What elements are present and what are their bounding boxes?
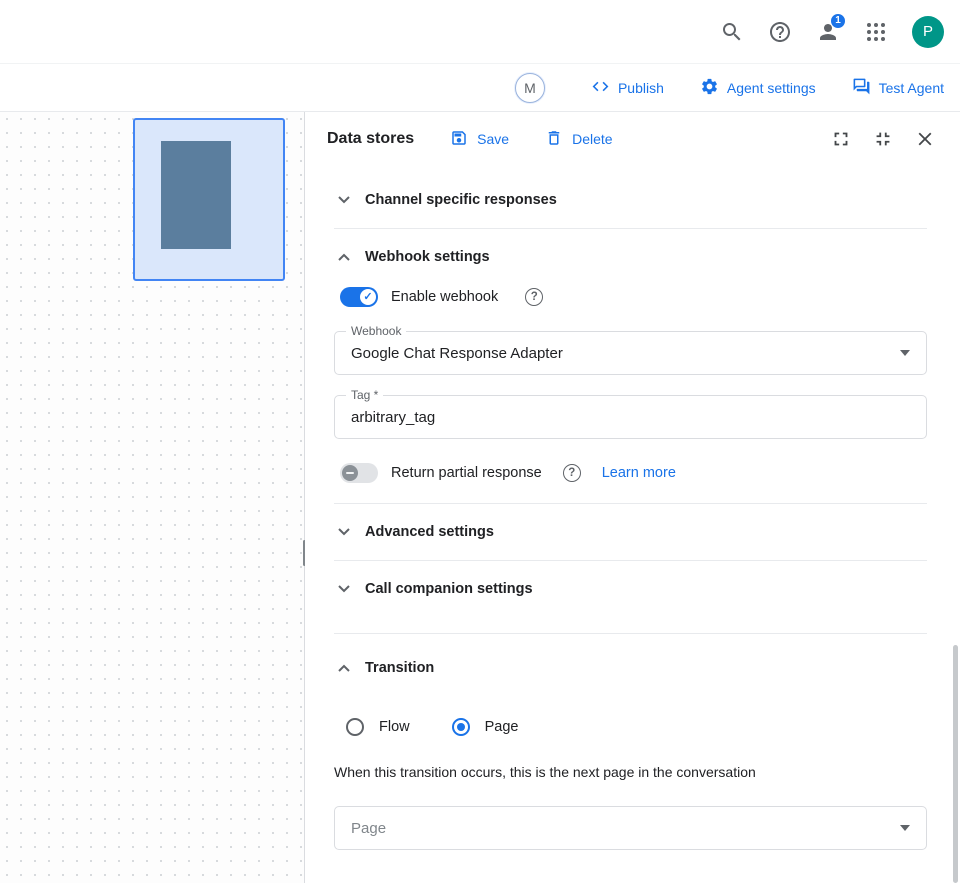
section-call-companion: Call companion settings bbox=[334, 561, 927, 634]
transition-description: When this transition occurs, this is the… bbox=[334, 764, 927, 780]
flow-node-thumbnail bbox=[161, 141, 231, 249]
help-icon[interactable] bbox=[768, 20, 792, 44]
dropdown-caret-icon bbox=[900, 825, 910, 831]
section-webhook-settings: Webhook settings Enable webhook Webhook … bbox=[334, 229, 927, 504]
chevron-down-icon bbox=[338, 196, 350, 204]
search-icon[interactable] bbox=[720, 20, 744, 44]
webhook-select-label: Webhook bbox=[346, 324, 406, 338]
trash-icon bbox=[545, 129, 563, 150]
tag-input[interactable] bbox=[351, 409, 910, 426]
section-header-call-companion[interactable]: Call companion settings bbox=[334, 561, 927, 633]
radio-flow-label: Flow bbox=[379, 719, 410, 735]
notification-badge: 1 bbox=[830, 13, 846, 29]
partial-response-toggle[interactable] bbox=[340, 463, 378, 483]
test-agent-label: Test Agent bbox=[879, 80, 944, 96]
tag-field[interactable]: Tag * bbox=[334, 395, 927, 439]
test-agent-button[interactable]: Test Agent bbox=[852, 77, 944, 99]
section-label: Transition bbox=[365, 660, 434, 676]
section-header-transition[interactable]: Transition bbox=[334, 634, 927, 696]
section-header-webhook-settings[interactable]: Webhook settings bbox=[334, 229, 927, 285]
chevron-up-icon bbox=[338, 664, 350, 672]
page-select[interactable]: Page bbox=[334, 806, 927, 850]
save-icon bbox=[450, 129, 468, 150]
agent-settings-label: Agent settings bbox=[727, 80, 816, 96]
radio-unselected-icon bbox=[346, 718, 364, 736]
delete-button[interactable]: Delete bbox=[545, 129, 612, 150]
panel-header: Data stores Save Delete bbox=[305, 112, 960, 166]
section-label: Call companion settings bbox=[365, 581, 533, 597]
enable-webhook-help-icon[interactable] bbox=[525, 288, 543, 306]
section-label: Channel specific responses bbox=[365, 192, 557, 208]
flow-node-selected[interactable] bbox=[133, 118, 285, 281]
main-area: Data stores Save Delete Channel specific bbox=[0, 112, 960, 883]
gear-icon bbox=[700, 77, 719, 99]
close-icon[interactable] bbox=[914, 128, 936, 150]
chevron-down-icon bbox=[338, 528, 350, 536]
save-label: Save bbox=[477, 131, 509, 147]
page-select-placeholder: Page bbox=[351, 820, 900, 837]
toggle-thumb-dash-icon bbox=[342, 465, 358, 481]
fullscreen-icon[interactable] bbox=[830, 128, 852, 150]
section-label: Webhook settings bbox=[365, 249, 490, 265]
chat-icon bbox=[852, 77, 871, 99]
section-transition: Transition Flow Page When this transitio… bbox=[334, 634, 927, 850]
flow-canvas bbox=[0, 112, 305, 883]
radio-page-label: Page bbox=[485, 719, 519, 735]
enable-webhook-label: Enable webhook bbox=[391, 289, 498, 305]
panel-title: Data stores bbox=[327, 130, 414, 148]
section-advanced-settings: Advanced settings bbox=[334, 504, 927, 561]
radio-option-flow[interactable]: Flow bbox=[346, 718, 410, 736]
partial-response-row: Return partial response Learn more bbox=[340, 463, 927, 503]
chevron-down-icon bbox=[338, 585, 350, 593]
section-header-channel-responses[interactable]: Channel specific responses bbox=[334, 172, 927, 228]
user-avatar[interactable]: P bbox=[912, 16, 944, 48]
agent-settings-button[interactable]: Agent settings bbox=[700, 77, 816, 99]
radio-selected-icon bbox=[452, 718, 470, 736]
section-label: Advanced settings bbox=[365, 524, 494, 540]
partial-response-help-icon[interactable] bbox=[563, 464, 581, 482]
panel-header-icons bbox=[830, 128, 936, 150]
chevron-up-icon bbox=[338, 253, 350, 261]
toggle-thumb-check-icon bbox=[360, 289, 376, 305]
fullscreen-exit-icon[interactable] bbox=[872, 128, 894, 150]
transition-target-radio-group: Flow Page bbox=[346, 718, 927, 736]
top-app-bar: 1 P bbox=[0, 0, 960, 64]
dropdown-caret-icon bbox=[900, 350, 910, 356]
collaborator-avatar[interactable]: M bbox=[515, 73, 545, 103]
delete-label: Delete bbox=[572, 131, 612, 147]
section-channel-responses: Channel specific responses bbox=[334, 172, 927, 229]
code-icon bbox=[591, 77, 610, 99]
section-header-advanced-settings[interactable]: Advanced settings bbox=[334, 504, 927, 560]
partial-response-label: Return partial response bbox=[391, 465, 542, 481]
notifications-icon[interactable]: 1 bbox=[816, 20, 840, 44]
panel-body: Channel specific responses Webhook setti… bbox=[305, 166, 960, 883]
publish-button[interactable]: Publish bbox=[591, 77, 664, 99]
learn-more-link[interactable]: Learn more bbox=[602, 465, 676, 481]
apps-grid-icon[interactable] bbox=[864, 20, 888, 44]
panel-scrollbar[interactable] bbox=[953, 645, 958, 883]
edit-panel: Data stores Save Delete Channel specific bbox=[305, 112, 960, 883]
webhook-select[interactable]: Webhook Google Chat Response Adapter bbox=[334, 331, 927, 375]
radio-option-page[interactable]: Page bbox=[452, 718, 519, 736]
publish-label: Publish bbox=[618, 80, 664, 96]
tag-field-label: Tag * bbox=[346, 388, 383, 402]
webhook-select-value: Google Chat Response Adapter bbox=[351, 345, 900, 362]
agent-toolbar: M Publish Agent settings Test Agent bbox=[0, 64, 960, 112]
save-button[interactable]: Save bbox=[450, 129, 509, 150]
enable-webhook-row: Enable webhook bbox=[340, 287, 927, 307]
enable-webhook-toggle[interactable] bbox=[340, 287, 378, 307]
